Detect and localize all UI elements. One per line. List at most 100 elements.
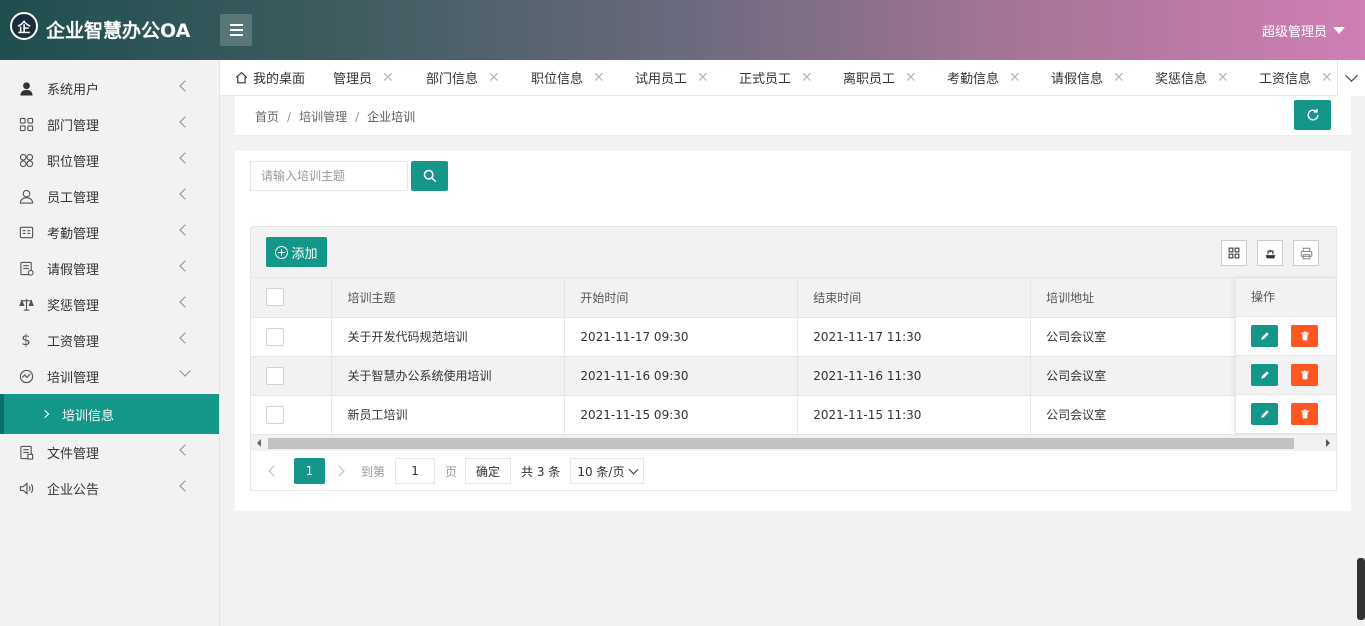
sidebar-item-training[interactable]: 培训管理 xyxy=(0,358,219,394)
delete-button[interactable] xyxy=(1291,364,1318,386)
breadcrumb-training[interactable]: 培训管理 xyxy=(299,110,347,124)
tab-probation-employees[interactable]: 试用员工 ✕ xyxy=(635,60,709,95)
tab-formal-employees[interactable]: 正式员工 ✕ xyxy=(739,60,813,95)
chevron-right-icon xyxy=(40,409,50,419)
table-row[interactable]: 新员工培训 2021-11-15 09:30 2021-11-15 11:30 … xyxy=(251,395,1336,435)
horizontal-scrollbar[interactable] xyxy=(251,434,1336,451)
close-icon[interactable]: ✕ xyxy=(1217,70,1229,86)
sidebar-item-salary[interactable]: $ 工资管理 xyxy=(0,322,219,358)
close-icon[interactable]: ✕ xyxy=(593,70,605,86)
column-header-address[interactable]: 培训地址 xyxy=(1030,278,1264,318)
edit-button[interactable] xyxy=(1251,403,1278,425)
refresh-button[interactable] xyxy=(1294,100,1331,130)
user-menu[interactable]: 超级管理员 xyxy=(1262,21,1345,40)
cell-address: 公司会议室 xyxy=(1030,356,1264,396)
tab-positions[interactable]: 职位信息 ✕ xyxy=(531,60,605,95)
prev-page-icon[interactable] xyxy=(268,465,280,477)
sidebar-item-rewards[interactable]: 奖惩管理 xyxy=(0,286,219,322)
delete-button[interactable] xyxy=(1291,325,1318,347)
search-input[interactable] xyxy=(250,161,408,191)
row-checkbox-cell xyxy=(251,317,333,357)
scroll-left-arrow-icon[interactable] xyxy=(257,439,261,447)
sidebar-item-label: 职位管理 xyxy=(47,154,100,170)
cell-address: 公司会议室 xyxy=(1030,317,1264,357)
cell-end-time: 2021-11-15 11:30 xyxy=(797,395,1032,435)
row-checkbox-cell xyxy=(251,395,333,435)
tab-leave[interactable]: 请假信息 ✕ xyxy=(1051,60,1125,95)
tab-label: 离职员工 xyxy=(843,72,896,87)
cell-end-time: 2021-11-16 11:30 xyxy=(797,356,1032,396)
content-card: 添加 培训主题 开始时间 结束时间 培训地址 xyxy=(235,151,1351,511)
breadcrumb-home[interactable]: 首页 xyxy=(255,110,279,124)
tab-rewards[interactable]: 奖惩信息 ✕ xyxy=(1155,60,1229,95)
sidebar-subitem-training-info[interactable]: 培训信息 xyxy=(0,394,219,434)
scrollbar-thumb[interactable] xyxy=(268,438,1294,449)
sidebar-item-announcements[interactable]: 企业公告 xyxy=(0,470,219,506)
page-size-value: 10 条/页 xyxy=(577,464,625,479)
row-checkbox[interactable] xyxy=(266,366,284,385)
current-page-button[interactable]: 1 xyxy=(294,458,325,484)
confirm-page-button[interactable]: 确定 xyxy=(465,458,512,484)
column-header-end-time[interactable]: 结束时间 xyxy=(797,278,1032,318)
sidebar-item-files[interactable]: 文件管理 xyxy=(0,434,219,470)
close-icon[interactable]: ✕ xyxy=(697,70,709,86)
close-icon[interactable]: ✕ xyxy=(905,70,917,86)
next-page-icon[interactable] xyxy=(333,465,345,477)
table-row[interactable]: 关于开发代码规范培训 2021-11-17 09:30 2021-11-17 1… xyxy=(251,317,1336,357)
form-icon xyxy=(18,260,34,276)
column-header-topic[interactable]: 培训主题 xyxy=(331,278,566,318)
tab-attendance[interactable]: 考勤信息 ✕ xyxy=(947,60,1021,95)
close-icon[interactable]: ✕ xyxy=(1009,70,1021,86)
select-all-checkbox[interactable] xyxy=(266,288,284,307)
select-all-cell xyxy=(251,278,333,318)
page-unit-label: 页 xyxy=(445,464,458,479)
close-icon[interactable]: ✕ xyxy=(488,70,500,86)
edit-button[interactable] xyxy=(1251,325,1278,347)
file-icon xyxy=(18,444,34,460)
close-icon[interactable]: ✕ xyxy=(382,70,394,86)
search-button[interactable] xyxy=(411,161,448,191)
app-logo[interactable]: 企 企业智慧办公OA xyxy=(10,12,190,46)
tab-label: 奖惩信息 xyxy=(1155,72,1208,87)
page-number-input[interactable] xyxy=(395,458,436,484)
close-icon[interactable]: ✕ xyxy=(1113,70,1125,86)
scroll-right-arrow-icon[interactable] xyxy=(1326,439,1330,447)
sidebar-item-departments[interactable]: 部门管理 xyxy=(0,106,219,142)
trash-icon xyxy=(1300,370,1309,380)
print-button[interactable] xyxy=(1293,240,1319,266)
delete-button[interactable] xyxy=(1291,403,1318,425)
breadcrumb-current: 企业培训 xyxy=(367,110,416,124)
column-header-start-time[interactable]: 开始时间 xyxy=(564,278,799,318)
menu-toggle-button[interactable] xyxy=(220,14,252,46)
tab-more-button[interactable] xyxy=(1337,60,1365,96)
row-checkbox[interactable] xyxy=(266,327,284,346)
sidebar-item-employees[interactable]: 员工管理 xyxy=(0,178,219,214)
clover-icon xyxy=(18,152,34,168)
page-size-select[interactable]: 10 条/页 xyxy=(570,458,645,484)
table-row[interactable]: 关于智慧办公系统使用培训 2021-11-16 09:30 2021-11-16… xyxy=(251,356,1336,396)
tab-home[interactable]: 我的桌面 xyxy=(235,60,305,95)
person-icon xyxy=(18,188,34,204)
chevron-left-icon xyxy=(179,224,191,236)
tab-admins[interactable]: 管理员 ✕ xyxy=(333,60,394,95)
edit-button[interactable] xyxy=(1251,364,1278,386)
add-button[interactable]: 添加 xyxy=(266,237,327,267)
app-title: 企业智慧办公OA xyxy=(46,19,191,42)
close-icon[interactable]: ✕ xyxy=(1321,70,1333,86)
sidebar-item-attendance[interactable]: 考勤管理 xyxy=(0,214,219,250)
caret-down-icon xyxy=(1333,27,1345,34)
sidebar-item-leave[interactable]: 请假管理 xyxy=(0,250,219,286)
close-icon[interactable]: ✕ xyxy=(801,70,813,86)
sidebar-item-label: 企业公告 xyxy=(47,482,100,498)
sidebar-item-positions[interactable]: 职位管理 xyxy=(0,142,219,178)
logo-icon: 企 xyxy=(10,12,40,46)
columns-filter-button[interactable] xyxy=(1221,240,1247,266)
tab-resigned-employees[interactable]: 离职员工 ✕ xyxy=(843,60,917,95)
tab-salary[interactable]: 工资信息 ✕ xyxy=(1259,60,1333,95)
page-scrollbar[interactable] xyxy=(1357,558,1365,620)
tab-departments[interactable]: 部门信息 ✕ xyxy=(426,60,500,95)
export-button[interactable] xyxy=(1257,240,1283,266)
sidebar-item-users[interactable]: 系统用户 xyxy=(0,70,219,106)
row-checkbox[interactable] xyxy=(266,405,284,424)
cell-start-time: 2021-11-15 09:30 xyxy=(564,395,799,435)
